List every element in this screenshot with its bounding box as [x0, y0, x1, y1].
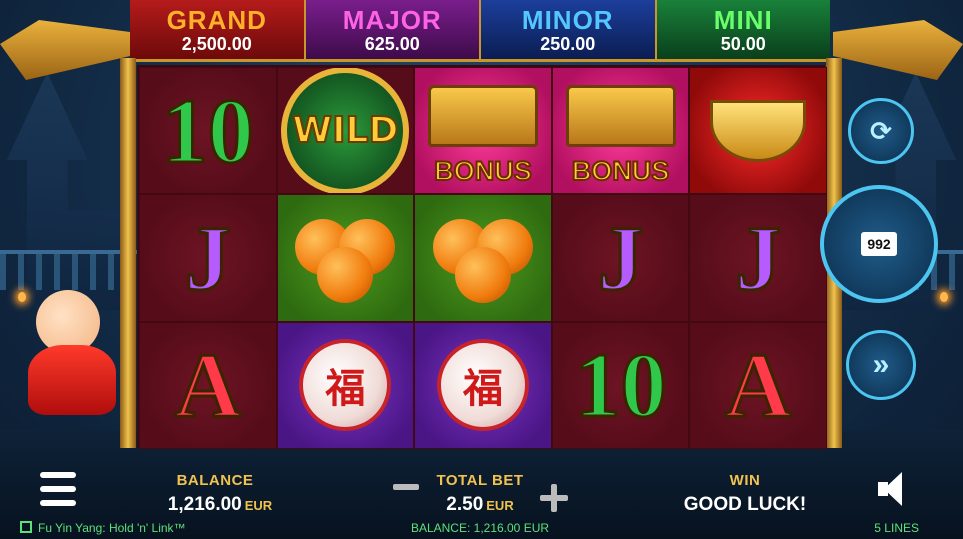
hamburger-menu-icon — [40, 472, 76, 478]
reel-cell-r2c1: J — [139, 194, 277, 322]
jackpot-minor: MINOR 250.00 — [481, 0, 657, 59]
symbol-a: A — [723, 334, 792, 437]
increase-bet-button[interactable] — [540, 484, 568, 512]
reel-cell-r1c3: BONUS — [414, 67, 552, 195]
game-title: Fu Yin Yang: Hold 'n' Link™ — [38, 521, 186, 535]
sound-button[interactable] — [878, 472, 906, 506]
reel-cell-r2c2 — [276, 194, 415, 322]
decrease-bet-button[interactable] — [393, 484, 419, 490]
menu-button[interactable] — [40, 472, 76, 506]
symbol-ten: 10 — [160, 79, 255, 182]
balance-value: 1,216.00 — [167, 494, 242, 515]
jackpot-major-value: 625.00 — [364, 34, 420, 54]
symbol-wild: WILD — [281, 68, 410, 194]
footer-bar: Fu Yin Yang: Hold 'n' Link™ BALANCE: 1,2… — [0, 517, 963, 539]
reel-cell-r3c3: 福 — [414, 321, 552, 449]
fu-boy-character — [18, 290, 128, 420]
symbol-a: A — [173, 334, 242, 437]
reel-cell-r3c4: 10 — [551, 321, 690, 449]
candle-right — [940, 292, 948, 302]
jackpot-grand: GRAND 2,500.00 — [130, 0, 306, 59]
oranges-icon — [432, 213, 533, 303]
lucky-pouch-icon: 福 — [299, 339, 392, 432]
spin-button[interactable]: 992 — [820, 185, 938, 303]
symbol-j: J — [183, 206, 232, 309]
jackpot-major-title: MAJOR — [342, 5, 442, 35]
bet-currency: EUR — [486, 498, 514, 513]
fullscreen-icon[interactable] — [20, 521, 32, 533]
symbol-j: J — [596, 206, 645, 309]
total-bet-value-box: 2.50 EUR — [420, 494, 540, 516]
symbol-ten: 10 — [573, 334, 668, 437]
reel-cell-r1c5 — [689, 67, 827, 195]
oranges-icon — [295, 213, 396, 303]
jackpot-mini-value: 50.00 — [720, 34, 766, 54]
balance-value-box: 1,216.00 EUR — [140, 494, 300, 516]
reel-cell-r2c4: J — [551, 194, 690, 322]
jackpot-grand-title: GRAND — [166, 5, 267, 35]
jackpot-mini: MINI 50.00 — [656, 0, 830, 59]
lucky-pouch-icon: 福 — [436, 339, 529, 432]
bonus-label: BONUS — [433, 155, 533, 187]
turbo-button[interactable]: » — [846, 330, 916, 400]
reel-grid: 10 WILD BONUS BONUS J J J A 福 福 10 A — [137, 65, 827, 449]
reel-cell-r2c5: J — [689, 194, 827, 322]
balance-currency: EUR — [244, 498, 273, 513]
total-bet-value: 2.50 — [446, 494, 484, 515]
reel-cell-r3c2: 福 — [276, 321, 415, 449]
jackpot-major: MAJOR 625.00 — [305, 0, 481, 59]
gold-ingot-icon — [710, 99, 807, 162]
win-label: WIN — [729, 472, 761, 489]
jackpot-mini-title: MINI — [713, 5, 773, 35]
symbol-j: J — [734, 206, 783, 309]
autoplay-button[interactable]: ⟳ — [848, 98, 914, 164]
jackpot-grand-value: 2,500.00 — [181, 34, 252, 54]
bonus-label: BONUS — [571, 155, 671, 187]
jackpot-minor-title: MINOR — [521, 5, 614, 35]
bridge-rail-left — [0, 250, 140, 290]
autoplay-icon: ⟳ — [870, 115, 892, 146]
reel-cell-r1c4: BONUS — [551, 67, 690, 195]
footer-balance: BALANCE: 1,216.00 EUR — [410, 521, 550, 535]
wild-label: WILD — [291, 109, 399, 152]
reel-cell-r3c5: A — [689, 321, 827, 449]
total-bet-label: TOTAL BET — [436, 472, 524, 489]
paylines-count: 5 LINES — [874, 521, 919, 535]
balance-label: BALANCE — [176, 472, 254, 489]
fast-forward-icon: » — [872, 348, 890, 381]
jackpot-minor-value: 250.00 — [540, 34, 596, 54]
treasure-chest-icon — [427, 84, 538, 147]
win-value: GOOD LUCK! — [683, 494, 807, 515]
jackpot-bar: GRAND 2,500.00 MAJOR 625.00 MINOR 250.00… — [130, 0, 830, 62]
reel-cell-r1c2: WILD — [276, 67, 415, 195]
spin-counter: 992 — [861, 232, 897, 256]
reel-cell-r3c1: A — [139, 321, 277, 449]
treasure-chest-icon — [565, 84, 676, 147]
reel-cell-r1c1: 10 — [139, 67, 277, 195]
reel-cell-r2c3 — [414, 194, 552, 322]
